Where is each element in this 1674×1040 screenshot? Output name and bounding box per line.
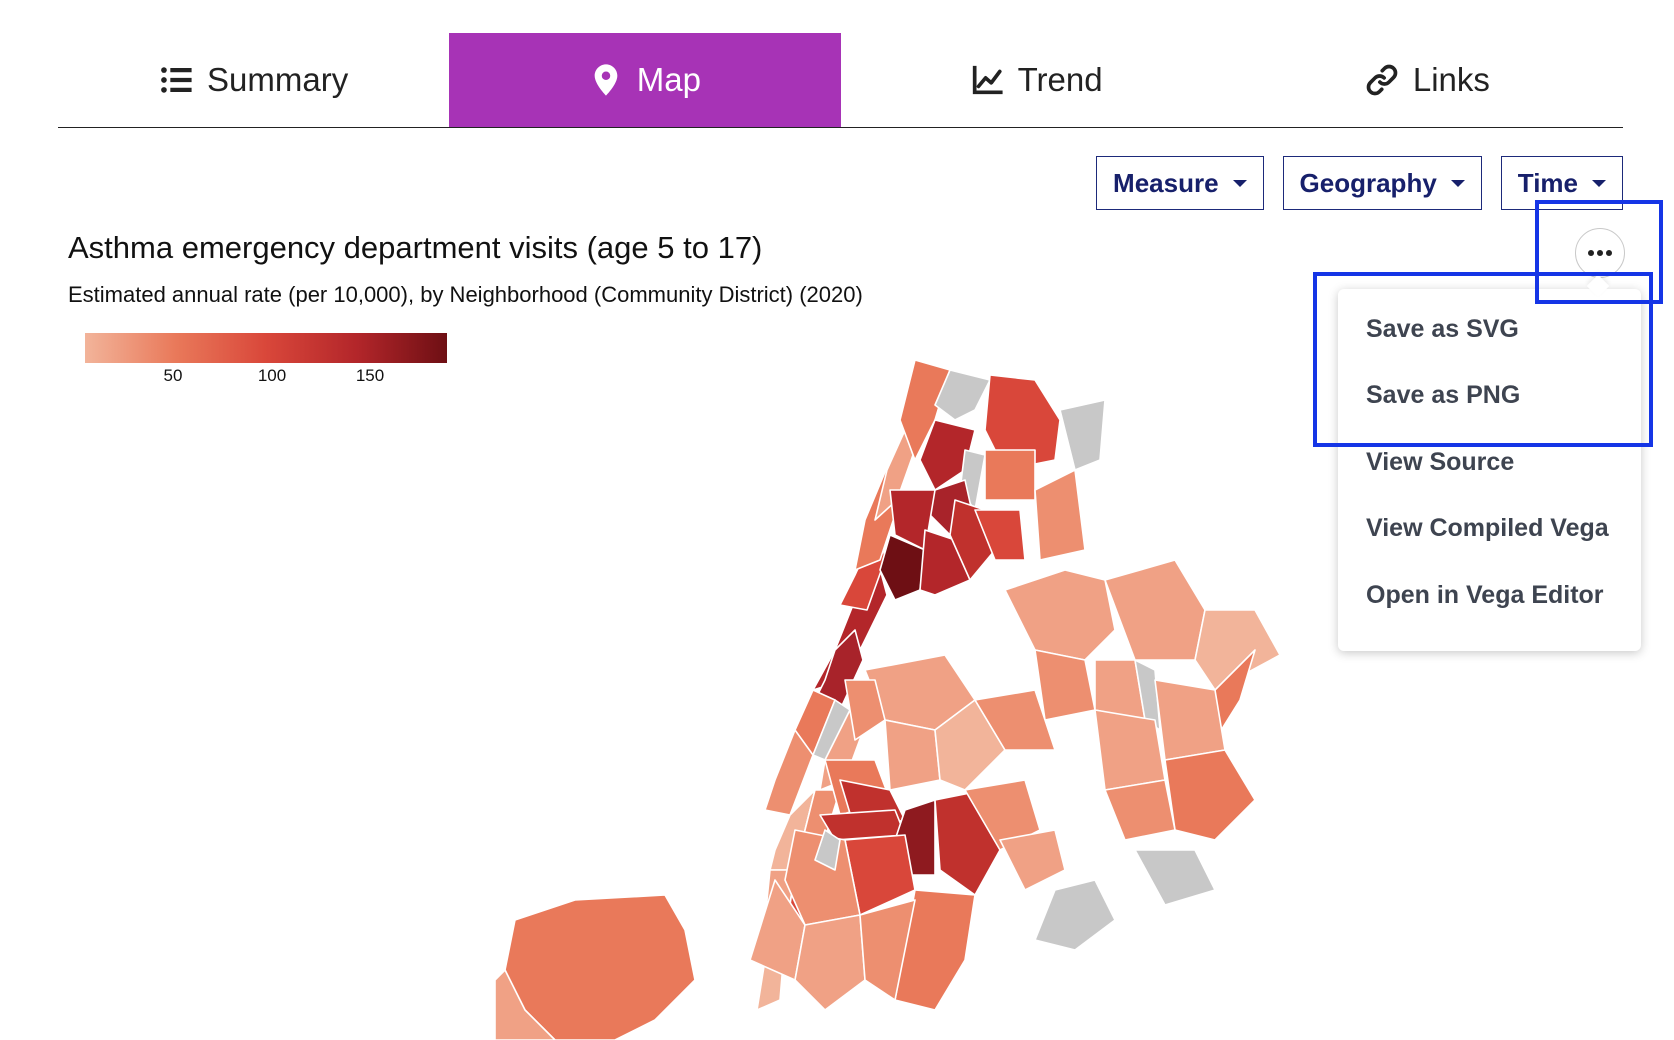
measure-dropdown[interactable]: Measure xyxy=(1096,156,1264,210)
open-in-vega-editor-item[interactable]: Open in Vega Editor xyxy=(1366,581,1604,610)
tab-summary-label: Summary xyxy=(207,61,349,98)
choropleth-map xyxy=(495,360,1281,1040)
save-as-svg-item[interactable]: Save as SVG xyxy=(1366,315,1519,344)
bronx xyxy=(879,360,1106,601)
map-pin-icon xyxy=(594,64,618,96)
measure-dropdown-label: Measure xyxy=(1113,167,1219,198)
map-region[interactable] xyxy=(1034,879,1116,951)
tab-map[interactable]: Map xyxy=(449,33,841,127)
tab-summary[interactable]: Summary xyxy=(58,33,449,127)
map-region[interactable] xyxy=(1004,569,1116,661)
caret-down-icon xyxy=(1232,179,1247,187)
list-icon xyxy=(161,67,192,93)
tab-links-label: Links xyxy=(1412,61,1490,98)
more-horizontal-icon xyxy=(1588,250,1612,256)
legend-gradient xyxy=(85,333,447,363)
map-region[interactable] xyxy=(999,829,1066,891)
map-region[interactable] xyxy=(984,449,1036,501)
caret-down-icon xyxy=(1592,179,1606,187)
map-region[interactable] xyxy=(1034,469,1086,561)
chart-actions-button[interactable] xyxy=(1575,228,1625,278)
map-region[interactable] xyxy=(1134,849,1216,906)
legend-tick: 50 xyxy=(163,366,183,385)
tab-links[interactable]: Links xyxy=(1232,33,1623,127)
geography-dropdown-label: Geography xyxy=(1299,167,1437,198)
map-region[interactable] xyxy=(1104,779,1176,841)
caret-down-icon xyxy=(1450,179,1465,187)
save-as-png-item[interactable]: Save as PNG xyxy=(1366,381,1520,410)
view-compiled-vega-item[interactable]: View Compiled Vega xyxy=(1366,514,1609,543)
map-region[interactable] xyxy=(1104,559,1206,661)
map-region[interactable] xyxy=(1154,679,1226,761)
staten-island xyxy=(495,894,696,1040)
chart-title: Asthma emergency department visits (age … xyxy=(68,230,763,265)
actions-menu: Save as SVG Save as PNG View Source View… xyxy=(1338,289,1641,651)
geography-dropdown[interactable]: Geography xyxy=(1282,156,1482,210)
map-region[interactable] xyxy=(794,914,866,1011)
chart-controls: Measure Geography Time xyxy=(1096,156,1623,210)
tab-map-label: Map xyxy=(636,61,701,98)
map-region[interactable] xyxy=(1164,749,1256,841)
time-dropdown-label: Time xyxy=(1517,167,1578,198)
tab-bar: Summary Map Trend Links xyxy=(58,33,1623,128)
view-source-item[interactable]: View Source xyxy=(1366,448,1514,477)
map-region[interactable] xyxy=(884,719,941,791)
legend-tick: 150 xyxy=(355,366,385,385)
chart-subtitle: Estimated annual rate (per 10,000), by N… xyxy=(68,282,863,307)
link-icon xyxy=(1366,64,1398,96)
tab-trend[interactable]: Trend xyxy=(841,33,1232,127)
legend-tick: 100 xyxy=(257,366,287,385)
line-chart-icon xyxy=(972,65,1003,95)
map-region[interactable] xyxy=(1094,709,1166,791)
map-region[interactable] xyxy=(1034,649,1096,721)
time-dropdown[interactable]: Time xyxy=(1500,156,1623,210)
map-region[interactable] xyxy=(1059,399,1106,471)
tab-trend-label: Trend xyxy=(1017,61,1103,98)
